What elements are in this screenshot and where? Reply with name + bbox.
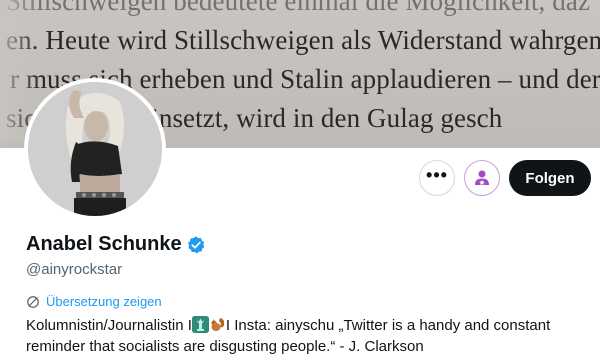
- avatar[interactable]: [24, 78, 166, 220]
- profile-name-row: Anabel Schunke: [26, 233, 206, 256]
- banner-text-line: Stillschweigen bedeutete einmal die Mögl…: [6, 0, 591, 16]
- translate-bio-link[interactable]: Übersetzung zeigen: [26, 294, 162, 309]
- profile-name: Anabel Schunke: [26, 233, 182, 255]
- verified-badge-icon[interactable]: [186, 235, 206, 255]
- banner-text-line: en. Heute wird Stillschweigen als Widers…: [6, 25, 600, 55]
- bio-text: Kolumnistin/Journalistin I: [26, 317, 192, 334]
- avatar-photo: [28, 82, 162, 216]
- translate-label: Übersetzung zeigen: [46, 294, 162, 309]
- profile-bio: Kolumnistin/Journalistin II Insta: ainys…: [26, 315, 596, 357]
- squirrel-emoji-icon: [209, 316, 226, 333]
- profile-handle: @ainyrockstar: [26, 261, 123, 278]
- avatar-portrait-icon: [28, 82, 162, 216]
- more-dots-icon: •••: [426, 165, 448, 185]
- statue-of-liberty-emoji-icon: [191, 316, 209, 333]
- subscribe-button[interactable]: [464, 160, 500, 196]
- follow-button[interactable]: Folgen: [509, 160, 591, 196]
- subscribe-person-star-icon: [475, 170, 489, 185]
- translate-globe-icon: [27, 295, 39, 308]
- more-options-button[interactable]: •••: [419, 160, 455, 196]
